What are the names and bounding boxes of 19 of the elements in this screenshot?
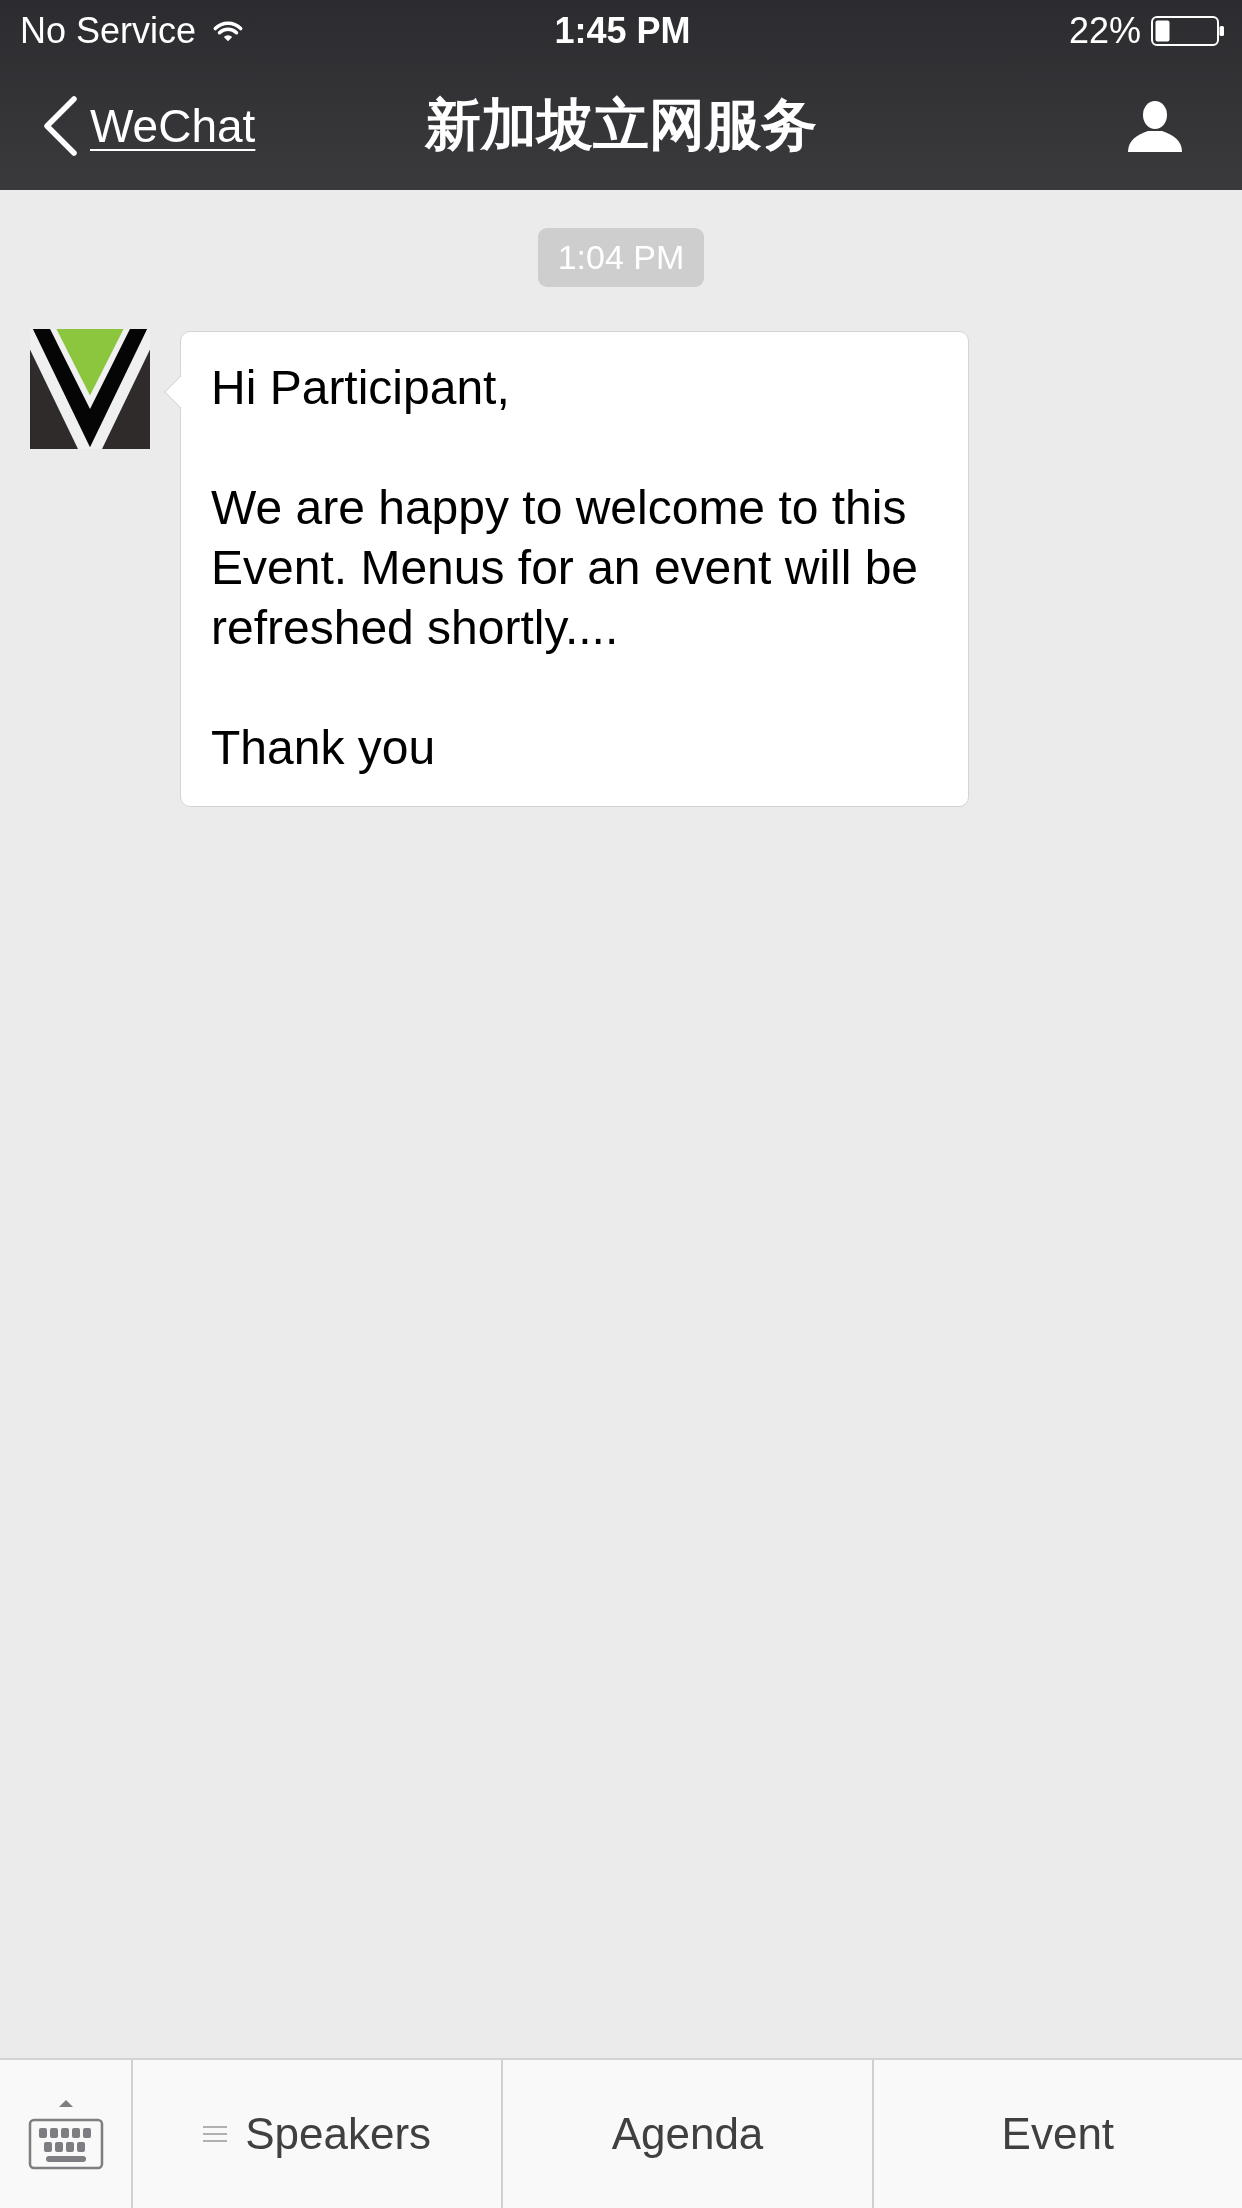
chat-title: 新加坡立网服务 (425, 92, 817, 158)
wifi-icon (212, 19, 245, 43)
keyboard-icon (27, 2098, 104, 2170)
message-text: Thank you (211, 720, 437, 776)
back-chevron-icon (42, 96, 78, 156)
battery-icon (1151, 16, 1225, 46)
menu-button[interactable]: Speakers (131, 2060, 502, 2208)
menu-button[interactable]: Event (871, 2060, 1242, 2208)
person-icon (1127, 100, 1183, 152)
message-text: Hi Participant, (211, 360, 511, 416)
menu-button[interactable]: Agenda (501, 2060, 872, 2208)
status-time: 1:45 PM (554, 10, 691, 52)
battery-percent: 22% (1068, 10, 1141, 52)
back-button[interactable]: WeChat (42, 96, 256, 156)
message-text: We are happy to welcome to this Event. Menus for an event will be refreshed shortly.... (211, 480, 920, 656)
carrier-label: No Service (20, 10, 197, 52)
menu-lines-icon (203, 2125, 228, 2143)
v-logo-icon (30, 329, 150, 449)
profile-button[interactable] (1127, 100, 1183, 152)
